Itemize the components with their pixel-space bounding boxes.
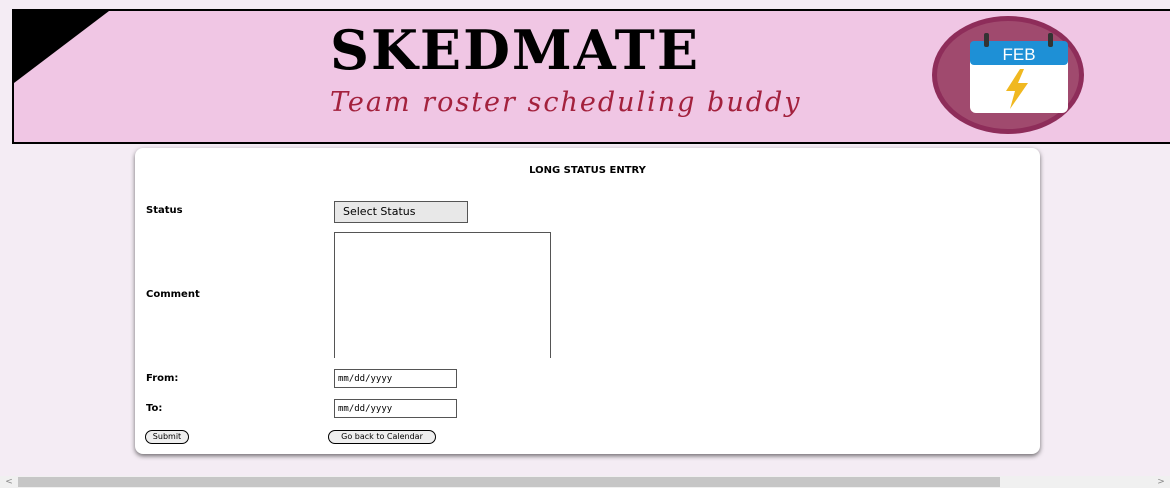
from-label: From: (146, 373, 179, 384)
header-corner-decoration (14, 11, 109, 83)
to-label: To: (146, 403, 163, 414)
calendar-logo-icon: FEB (932, 16, 1084, 134)
top-strip (0, 0, 1170, 9)
app-header: SKEDMATE Team roster scheduling buddy FE… (12, 9, 1170, 144)
status-select[interactable]: Select Status (334, 201, 468, 223)
back-to-calendar-button[interactable]: Go back to Calendar (328, 430, 436, 444)
horizontal-scrollbar[interactable]: < > (0, 476, 1170, 488)
form-title: LONG STATUS ENTRY (529, 165, 646, 176)
submit-button[interactable]: Submit (145, 430, 189, 444)
scroll-left-arrow-icon[interactable]: < (2, 476, 16, 488)
long-status-form: LONG STATUS ENTRY Status Select Status C… (135, 148, 1040, 454)
scroll-right-arrow-icon[interactable]: > (1154, 476, 1168, 488)
app-title: SKEDMATE (330, 18, 700, 82)
scrollbar-thumb[interactable] (18, 477, 1000, 487)
logo-month: FEB (1002, 45, 1035, 64)
to-date-input[interactable] (334, 399, 457, 418)
comment-label: Comment (146, 289, 200, 300)
app-subtitle: Team roster scheduling buddy (330, 87, 802, 118)
comment-textarea[interactable] (334, 232, 551, 358)
status-label: Status (146, 205, 183, 216)
from-date-input[interactable] (334, 369, 457, 388)
